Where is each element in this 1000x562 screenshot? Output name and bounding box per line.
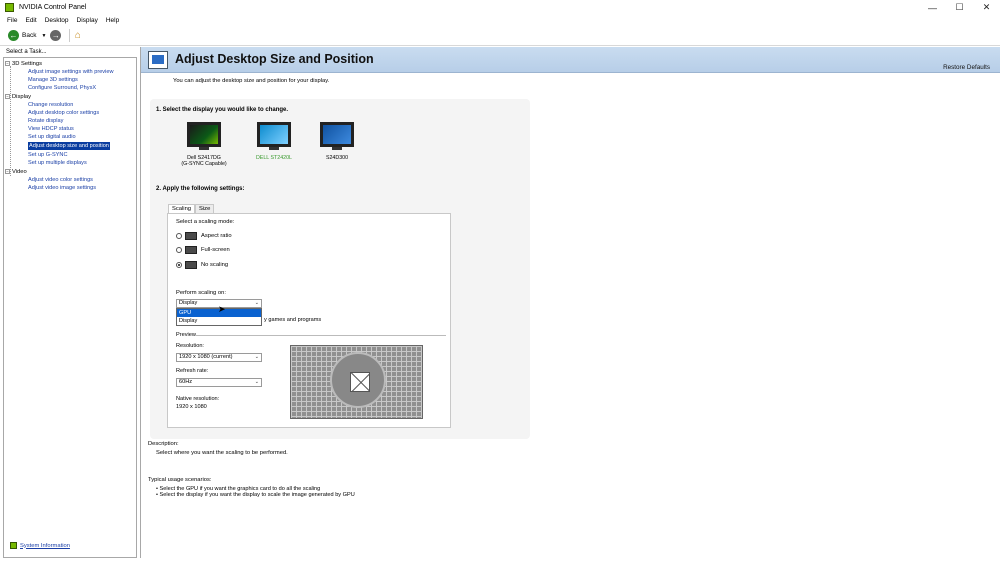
menu-edit[interactable]: Edit <box>25 17 36 24</box>
monitor-icon <box>187 122 221 147</box>
radio-button[interactable] <box>176 262 182 268</box>
no-scaling-icon <box>185 261 197 269</box>
preview-label: Preview <box>176 332 196 338</box>
chevron-down-icon: ⌄ <box>254 354 259 360</box>
radio-button[interactable] <box>176 247 182 253</box>
system-information-link[interactable]: System Information <box>20 543 70 549</box>
tab-size[interactable]: Size <box>195 204 215 213</box>
step-2-heading: 2. Apply the following settings: <box>156 186 245 192</box>
native-resolution: Native resolution: 1920 x 1080 <box>176 396 220 410</box>
toolbar: ← Back ▼ → ⌂ <box>0 26 1000 46</box>
refresh-rate-select[interactable]: 60Hz ⌄ <box>176 378 262 387</box>
refresh-rate-label: Refresh rate: <box>176 368 209 374</box>
description-text: Select where you want the scaling to be … <box>156 450 288 456</box>
collapse-icon[interactable]: − <box>5 93 10 99</box>
tab-scaling[interactable]: Scaling <box>168 204 196 213</box>
system-information[interactable]: System Information <box>10 542 70 549</box>
menu-display[interactable]: Display <box>77 17 98 24</box>
title-bar: NVIDIA Control Panel — ☐ ✕ <box>0 0 1000 15</box>
mouse-cursor-icon: ➤ <box>218 304 226 314</box>
tree-group-display[interactable]: − Display <box>5 93 31 101</box>
task-adjust-desktop-color[interactable]: Adjust desktop color settings <box>28 109 99 117</box>
system-info-icon <box>10 542 17 549</box>
task-adjust-image-settings[interactable]: Adjust image settings with preview <box>28 68 114 76</box>
chevron-down-icon: ⌄ <box>254 300 259 306</box>
display-s24d300[interactable]: S24D300 <box>319 122 355 161</box>
radio-no-scaling[interactable]: No scaling <box>176 261 228 269</box>
override-scaling-text: y games and programs <box>264 317 322 323</box>
usage-scenarios-label: Typical usage scenarios: <box>148 477 212 483</box>
task-video-image[interactable]: Adjust video image settings <box>28 184 96 192</box>
task-digital-audio[interactable]: Set up digital audio <box>28 133 76 141</box>
home-icon[interactable]: ⌂ <box>69 29 82 42</box>
task-configure-surround[interactable]: Configure Surround, PhysX <box>28 84 96 92</box>
menu-file[interactable]: File <box>7 17 17 24</box>
preview-test-pattern <box>330 352 386 408</box>
task-view-hdcp[interactable]: View HDCP status <box>28 125 74 133</box>
maximize-button[interactable]: ☐ <box>946 0 973 15</box>
page-title: Adjust Desktop Size and Position <box>175 52 374 66</box>
close-button[interactable]: ✕ <box>973 0 1000 15</box>
display-dell-s2417dg[interactable]: Dell S2417DG (G-SYNC Capable) <box>181 122 227 167</box>
task-rotate-display[interactable]: Rotate display <box>28 117 63 125</box>
monitor-icon <box>320 122 354 147</box>
page-banner: Adjust Desktop Size and Position Restore… <box>141 47 1000 73</box>
scaling-mode-label: Select a scaling mode: <box>176 219 235 225</box>
task-manage-3d-settings[interactable]: Manage 3D settings <box>28 76 78 84</box>
task-tree: −3D Settings Adjust image settings with … <box>3 57 137 558</box>
resolution-label: Resolution: <box>176 343 204 349</box>
step-1-heading: 1. Select the display you would like to … <box>156 107 289 113</box>
main-panel: Adjust Desktop Size and Position Restore… <box>140 47 1000 558</box>
task-adjust-desktop-size[interactable]: Adjust desktop size and position <box>28 142 110 150</box>
radio-button[interactable] <box>176 233 182 239</box>
monitor-icon <box>257 122 291 147</box>
desktop-size-icon <box>148 51 168 69</box>
scaling-tab-panel: Select a scaling mode: Aspect ratio Full… <box>167 213 451 428</box>
radio-full-screen[interactable]: Full-screen <box>176 246 230 254</box>
menu-help[interactable]: Help <box>106 17 119 24</box>
task-panel-header: Select a Task... <box>6 49 47 55</box>
settings-tabs: Scaling Size <box>168 204 215 213</box>
back-dropdown-icon[interactable]: ▼ <box>41 33 46 39</box>
collapse-icon[interactable]: − <box>5 168 10 174</box>
forward-arrow-icon[interactable]: → <box>50 30 62 41</box>
page-intro: You can adjust the desktop size and posi… <box>173 78 330 84</box>
display-label: S24D300 <box>325 155 349 161</box>
display-label: Dell S2417DG (G-SYNC Capable) <box>181 155 227 167</box>
display-dell-st2420l[interactable]: DELL ST2420L <box>256 122 292 161</box>
nvidia-logo-icon <box>5 3 14 12</box>
tree-group-3d-settings[interactable]: −3D Settings <box>5 60 42 68</box>
window-title: NVIDIA Control Panel <box>19 4 87 11</box>
task-video-color[interactable]: Adjust video color settings <box>28 176 93 184</box>
task-change-resolution[interactable]: Change resolution <box>28 101 73 109</box>
tree-group-video[interactable]: − Video <box>5 168 27 176</box>
full-screen-icon <box>185 246 197 254</box>
task-setup-gsync[interactable]: Set up G-SYNC <box>28 151 67 159</box>
collapse-icon[interactable]: − <box>5 60 10 66</box>
option-display[interactable]: Display <box>177 317 261 325</box>
menu-bar: File Edit Desktop Display Help <box>0 15 1000 26</box>
restore-defaults-link[interactable]: Restore Defaults <box>943 64 990 71</box>
menu-desktop[interactable]: Desktop <box>45 17 69 24</box>
resolution-select[interactable]: 1920 x 1080 (current) ⌄ <box>176 353 262 362</box>
back-arrow-icon[interactable]: ← <box>8 30 19 41</box>
back-button[interactable]: Back <box>22 32 36 39</box>
radio-aspect-ratio[interactable]: Aspect ratio <box>176 232 232 240</box>
task-multiple-displays[interactable]: Set up multiple displays <box>28 159 87 167</box>
display-label: DELL ST2420L <box>255 155 293 161</box>
usage-item: • Select the display if you want the dis… <box>156 492 355 498</box>
description-label: Description: <box>148 441 179 447</box>
scaling-preview-image <box>290 345 423 419</box>
minimize-button[interactable]: — <box>919 0 946 15</box>
aspect-ratio-icon <box>185 232 197 240</box>
chevron-down-icon: ⌄ <box>254 379 259 385</box>
perform-scaling-label: Perform scaling on: <box>176 290 226 296</box>
